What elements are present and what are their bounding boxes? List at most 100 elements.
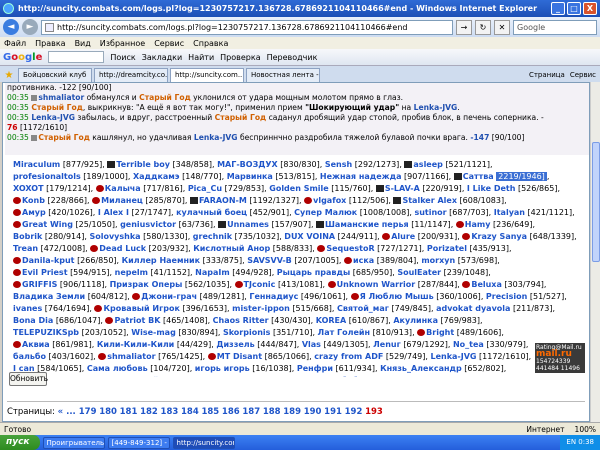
player-name[interactable]: Супер Малюк <box>294 208 357 217</box>
player-name[interactable]: Киллер Наемник <box>122 256 200 265</box>
alignment-icon[interactable] <box>13 341 21 348</box>
page-menu[interactable]: Страница <box>529 68 565 82</box>
log-segment[interactable]: Lenka-JVG <box>31 113 75 122</box>
log-segment[interactable]: shmaliator <box>38 93 84 102</box>
player-name[interactable]: Bona Dia <box>13 316 53 325</box>
page-link[interactable]: 180 <box>99 407 117 417</box>
back-button[interactable]: ◄ <box>3 19 19 35</box>
alignment-icon[interactable] <box>13 281 21 288</box>
player-name[interactable]: sutinor <box>414 208 446 217</box>
player-name[interactable]: Кислотный Анор <box>193 244 270 253</box>
player-name[interactable]: Evil Priest <box>22 268 68 277</box>
player-name[interactable]: Аквиа <box>22 340 50 349</box>
player-name[interactable]: Амур <box>22 208 46 217</box>
player-name[interactable]: Beluxa <box>471 280 502 289</box>
player-name[interactable]: Precision <box>486 292 527 301</box>
player-name[interactable]: Хаддкамэ <box>133 172 180 181</box>
player-name[interactable]: KOREA <box>316 316 346 325</box>
player-name[interactable]: Wise-mag <box>131 328 176 337</box>
menu-edit[interactable]: Правка <box>35 39 65 48</box>
player-name[interactable]: Stalker Alex <box>402 196 457 205</box>
vertical-scrollbar[interactable] <box>590 82 600 422</box>
task-media-player[interactable]: Проигрыватель Win... <box>42 436 105 449</box>
player-name[interactable]: Terrible boy <box>116 160 170 169</box>
close-button[interactable]: X <box>583 2 597 15</box>
page-link[interactable]: 189 <box>283 407 301 417</box>
player-name[interactable]: Italyan <box>494 208 525 217</box>
log-segment[interactable]: Старый Год <box>38 133 90 142</box>
tab-4[interactable]: Новостная лента -... <box>246 68 320 82</box>
player-name[interactable]: Krazy Sanya <box>471 232 527 241</box>
maximize-button[interactable]: □ <box>567 2 581 15</box>
player-name[interactable]: TJconic <box>244 280 276 289</box>
log-segment[interactable]: Старый Год <box>31 103 83 112</box>
player-name[interactable]: Леnuг <box>373 340 401 349</box>
player-name[interactable]: игорь игорь <box>195 364 250 373</box>
player-name[interactable]: Solovyshka <box>89 232 140 241</box>
player-name[interactable]: Lenka-JVG <box>430 352 476 361</box>
alignment-icon[interactable] <box>95 185 104 192</box>
forward-button[interactable]: ► <box>22 19 38 35</box>
player-name[interactable]: Patriot BK <box>114 316 160 325</box>
player-name[interactable]: Кровавый Игрок <box>103 304 179 313</box>
go-button[interactable]: → <box>456 19 472 35</box>
tab-3-active[interactable]: http://suncity.com... <box>170 68 244 82</box>
player-name[interactable]: XOXOT <box>13 184 44 193</box>
page-link[interactable]: 192 <box>345 407 363 417</box>
clan-icon[interactable] <box>218 221 227 228</box>
start-button[interactable]: пуск <box>0 435 40 450</box>
alignment-icon[interactable] <box>94 305 103 312</box>
google-search-button[interactable]: Поиск <box>110 53 135 62</box>
player-name[interactable]: SequestoR <box>326 244 374 253</box>
menu-favorites[interactable]: Избранное <box>100 39 145 48</box>
page-link[interactable]: 184 <box>181 407 199 417</box>
alignment-icon[interactable] <box>13 269 21 276</box>
player-name[interactable]: Cursed Shadow <box>419 376 489 377</box>
task-browser[interactable]: http://suncity.comba... <box>172 436 235 449</box>
refresh-button[interactable]: Обновить <box>9 372 48 386</box>
player-name[interactable]: Джони-грач <box>141 292 197 301</box>
alignment-icon[interactable] <box>462 233 471 240</box>
player-name[interactable]: Акулинка <box>393 316 438 325</box>
pager-prev[interactable]: « <box>58 407 66 417</box>
stop-icon[interactable]: ✕ <box>494 19 510 35</box>
player-name[interactable]: Pica_Cu <box>188 184 222 193</box>
clan-icon[interactable] <box>189 197 198 204</box>
player-name[interactable]: ivanes <box>13 304 42 313</box>
clan-icon[interactable] <box>107 161 116 168</box>
alignment-icon[interactable] <box>344 257 352 264</box>
player-name[interactable]: No_tea <box>453 340 484 349</box>
menu-help[interactable]: Справка <box>193 39 228 48</box>
player-name[interactable]: Hamy <box>465 220 491 229</box>
player-name[interactable]: MT Disant <box>217 352 262 361</box>
url-input[interactable]: http://suncity.combats.com/logs.pl?log=1… <box>41 19 453 35</box>
player-name[interactable]: GRAF VLAD <box>206 376 257 377</box>
translate-button[interactable]: Переводчик <box>267 53 318 62</box>
player-name[interactable]: Konb <box>22 196 45 205</box>
player-name[interactable]: Марвинка <box>227 172 273 181</box>
page-link[interactable]: 191 <box>324 407 342 417</box>
player-name[interactable]: Диззель <box>216 340 254 349</box>
zoom-control[interactable]: 100% <box>575 425 596 434</box>
player-name[interactable]: Я Люблю Мышь <box>360 292 434 301</box>
tab-1[interactable]: Бойцовский клуб <box>18 68 92 82</box>
google-search-input[interactable] <box>48 51 105 63</box>
refresh-icon[interactable]: ↻ <box>475 19 491 35</box>
player-name[interactable]: mister-ippon <box>232 304 290 313</box>
player-name[interactable]: GRIFFIS <box>22 280 57 289</box>
spellcheck-button[interactable]: Проверка <box>220 53 260 62</box>
alignment-icon[interactable] <box>462 281 471 288</box>
player-name[interactable]: I Like Deth <box>467 184 516 193</box>
player-name[interactable]: NapaIm <box>195 268 230 277</box>
player-name[interactable]: Alure <box>391 232 415 241</box>
page-link[interactable]: 190 <box>304 407 322 417</box>
page-link[interactable]: ... 179 <box>66 407 96 417</box>
player-name[interactable]: Skorpionis <box>223 328 270 337</box>
player-name[interactable]: SoulEater <box>397 268 441 277</box>
alignment-icon[interactable] <box>105 317 114 324</box>
tab-2[interactable]: http://dreamcity.co... <box>94 68 168 82</box>
player-name[interactable]: Dead Luck <box>99 244 146 253</box>
favorites-star-icon[interactable]: ★ <box>2 69 16 82</box>
player-name[interactable]: advokat dyavola <box>436 304 510 313</box>
page-link[interactable]: 181 <box>120 407 138 417</box>
